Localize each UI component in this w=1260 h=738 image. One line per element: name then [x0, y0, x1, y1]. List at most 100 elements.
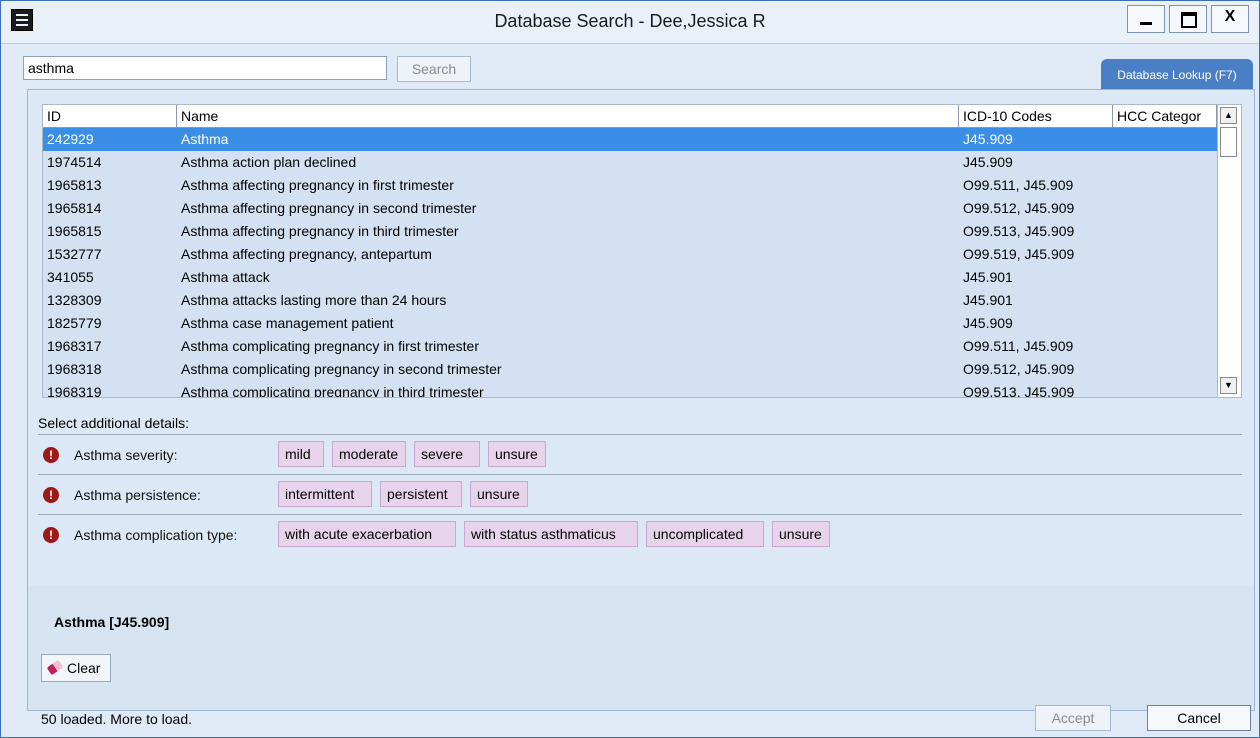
row-name: Asthma affecting pregnancy in first trim…	[181, 177, 454, 193]
summary-panel: Asthma [J45.909] Clear	[28, 586, 1254, 710]
detail-option-chip[interactable]: uncomplicated	[646, 521, 764, 547]
detail-option-chip[interactable]: mild	[278, 441, 324, 467]
detail-option-chip[interactable]: unsure	[772, 521, 830, 547]
row-id: 341055	[47, 269, 94, 285]
table-row[interactable]: 1328309 Asthma attacks lasting more than …	[43, 289, 1217, 312]
row-name: Asthma case management patient	[181, 315, 394, 331]
detail-option-chip[interactable]: with acute exacerbation	[278, 521, 456, 547]
minimize-icon	[1140, 22, 1152, 25]
vertical-scrollbar[interactable]: ▲ ▼	[1217, 105, 1240, 397]
search-input[interactable]	[23, 56, 387, 80]
column-header-name[interactable]: Name	[177, 105, 959, 127]
column-header-icd10[interactable]: ICD-10 Codes	[959, 105, 1113, 127]
table-row[interactable]: 1968317 Asthma complicating pregnancy in …	[43, 335, 1217, 358]
table-row[interactable]: 1968318 Asthma complicating pregnancy in …	[43, 358, 1217, 381]
row-id: 1328309	[47, 292, 102, 308]
column-header-hcc[interactable]: HCC Categor	[1113, 105, 1217, 127]
close-button[interactable]: X	[1211, 5, 1249, 33]
detail-option-chip[interactable]: severe	[414, 441, 480, 467]
eraser-icon	[46, 659, 64, 676]
row-name: Asthma affecting pregnancy in third trim…	[181, 223, 459, 239]
maximize-button[interactable]	[1169, 5, 1207, 33]
table-row[interactable]: 1965813 Asthma affecting pregnancy in fir…	[43, 174, 1217, 197]
table-row[interactable]: 1532777 Asthma affecting pregnancy, antep…	[43, 243, 1217, 266]
row-id: 1968319	[47, 384, 102, 398]
row-icd10-codes: O99.512, J45.909	[963, 361, 1075, 377]
row-id: 1965814	[47, 200, 102, 216]
table-body: 242929 Asthma J45.909 1974514 Asthma action …	[43, 128, 1217, 398]
row-icd10-codes: O99.519, J45.909	[963, 246, 1075, 262]
detail-group-label: Asthma persistence:	[74, 487, 201, 503]
row-icd10-codes: O99.511, J45.909	[963, 338, 1074, 354]
table-row[interactable]: 1974514 Asthma action plan declined J45.90…	[43, 151, 1217, 174]
maximize-icon	[1181, 12, 1197, 28]
clear-button-label: Clear	[67, 660, 101, 676]
row-icd10-codes: J45.901	[963, 269, 1013, 285]
row-id: 1968317	[47, 338, 102, 354]
scrollbar-thumb[interactable]	[1220, 127, 1237, 157]
row-id: 1965813	[47, 177, 102, 193]
detail-option-chip[interactable]: unsure	[470, 481, 528, 507]
detail-group-label: Asthma complication type:	[74, 527, 238, 543]
cancel-button[interactable]: Cancel	[1147, 705, 1251, 731]
row-name: Asthma attack	[181, 269, 270, 285]
status-text: 50 loaded. More to load.	[41, 711, 192, 727]
row-name: Asthma complicating pregnancy in third t…	[181, 384, 484, 398]
row-icd10-codes: J45.909	[963, 154, 1013, 170]
accept-button[interactable]: Accept	[1035, 705, 1111, 731]
row-icd10-codes: O99.511, J45.909	[963, 177, 1074, 193]
close-icon: X	[1224, 8, 1236, 25]
tab-database-lookup[interactable]: Database Lookup (F7)	[1101, 59, 1253, 89]
row-id: 242929	[47, 131, 94, 147]
detail-group: ! Asthma severity: mild moderate severe unsur…	[38, 434, 1242, 475]
window-title: Database Search - Dee,Jessica R	[494, 11, 766, 31]
row-icd10-codes: J45.909	[963, 131, 1013, 147]
detail-option-chip[interactable]: with status asthmaticus	[464, 521, 638, 547]
search-button[interactable]: Search	[397, 56, 471, 82]
detail-option-chip[interactable]: unsure	[488, 441, 546, 467]
row-icd10-codes: O99.513, J45.909	[963, 223, 1075, 239]
search-button-label: Search	[411, 61, 457, 77]
detail-group: ! Asthma complication type: with acute exa…	[38, 514, 1242, 555]
main-panel: ID Name ICD-10 Codes HCC Categor 242929 A…	[27, 89, 1255, 711]
row-name: Asthma attacks lasting more than 24 hour…	[181, 292, 447, 308]
detail-option-chip[interactable]: moderate	[332, 441, 406, 467]
detail-group: ! Asthma persistence: intermittent persiste…	[38, 474, 1242, 515]
row-id: 1968318	[47, 361, 102, 377]
table-header: ID Name ICD-10 Codes HCC Categor	[43, 105, 1217, 128]
detail-option-chip[interactable]: persistent	[380, 481, 462, 507]
row-id: 1974514	[47, 154, 102, 170]
row-name: Asthma affecting pregnancy in second tri…	[181, 200, 477, 216]
table-row[interactable]: 242929 Asthma J45.909	[43, 128, 1217, 151]
selected-diagnosis: Asthma [J45.909]	[54, 614, 170, 630]
results-list[interactable]: ID Name ICD-10 Codes HCC Categor 242929 A…	[42, 104, 1242, 398]
database-search-window: Database Search - Dee,Jessica R X Search…	[0, 0, 1260, 738]
row-id: 1532777	[47, 246, 102, 262]
detail-option-chip[interactable]: intermittent	[278, 481, 372, 507]
table-row[interactable]: 1965815 Asthma affecting pregnancy in thi…	[43, 220, 1217, 243]
details-heading: Select additional details:	[38, 415, 189, 431]
row-name: Asthma complicating pregnancy in second …	[181, 361, 502, 377]
minimize-button[interactable]	[1127, 5, 1165, 33]
row-icd10-codes: J45.901	[963, 292, 1013, 308]
exclamation-icon: !	[43, 487, 59, 503]
row-icd10-codes: O99.513, J45.909	[963, 384, 1075, 398]
detail-group-label: Asthma severity:	[74, 447, 178, 463]
up-arrow-icon[interactable]: ▲	[1220, 107, 1237, 124]
clear-button[interactable]: Clear	[41, 654, 111, 682]
title-bar[interactable]: Database Search - Dee,Jessica R X	[1, 1, 1259, 44]
row-id: 1965815	[47, 223, 102, 239]
row-name: Asthma action plan declined	[181, 154, 357, 170]
table-row[interactable]: 1965814 Asthma affecting pregnancy in sec…	[43, 197, 1217, 220]
row-name: Asthma complicating pregnancy in first t…	[181, 338, 479, 354]
exclamation-icon: !	[43, 447, 59, 463]
table-row[interactable]: 1968319 Asthma complicating pregnancy in …	[43, 381, 1217, 398]
down-arrow-icon[interactable]: ▼	[1220, 377, 1237, 394]
table-row[interactable]: 341055 Asthma attack J45.901	[43, 266, 1217, 289]
table-row[interactable]: 1825779 Asthma case management patient J45…	[43, 312, 1217, 335]
row-id: 1825779	[47, 315, 102, 331]
row-icd10-codes: O99.512, J45.909	[963, 200, 1075, 216]
column-header-id[interactable]: ID	[43, 105, 177, 127]
row-name: Asthma	[181, 131, 229, 147]
row-name: Asthma affecting pregnancy, antepartum	[181, 246, 432, 262]
